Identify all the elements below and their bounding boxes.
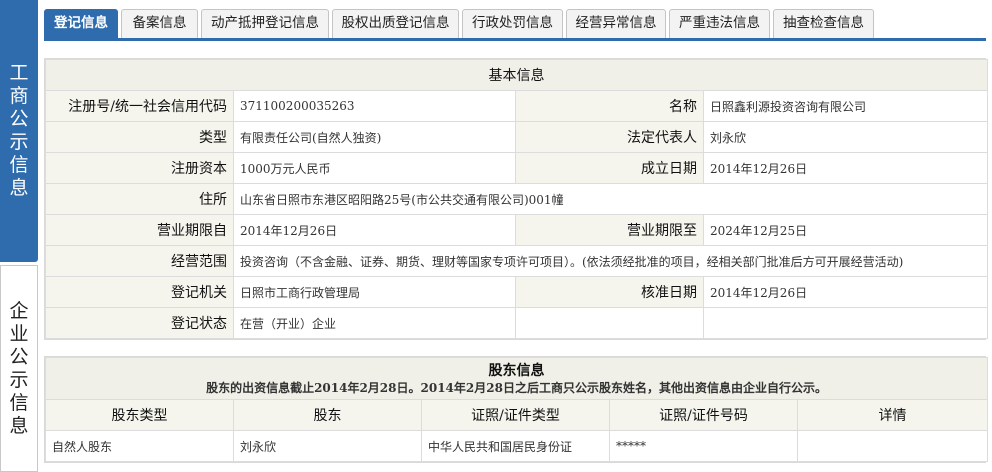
col-shareholder-type: 股东类型 <box>45 399 234 431</box>
tab-qiye-gongshi[interactable]: 企业公示信息 <box>0 265 38 472</box>
vtab-active-char: 公 <box>9 108 29 130</box>
vtab-inactive-char: 示 <box>9 368 29 391</box>
tab-admin-penalty[interactable]: 行政处罚信息 <box>462 9 563 38</box>
col-id-number: 证照/证件号码 <box>609 399 798 431</box>
shareholder-type-cell: 自然人股东 <box>45 430 234 462</box>
top-tab-bar: 登记信息 备案信息 动产抵押登记信息 股权出质登记信息 行政处罚信息 经营异常信… <box>44 9 986 38</box>
scope-label: 经营范围 <box>45 245 234 277</box>
vtab-active-char: 商 <box>9 85 29 107</box>
shareholder-name-cell: 刘永欣 <box>233 430 422 462</box>
tab-chattel-mortgage[interactable]: 动产抵押登记信息 <box>201 9 329 38</box>
vtab-inactive-char: 企 <box>9 299 29 322</box>
est-date-value: 2014年12月26日 <box>703 152 988 184</box>
basic-info-table: 基本信息 注册号/统一社会信用代码 371100200035263 名称 日照鑫… <box>45 59 988 339</box>
name-label: 名称 <box>515 90 704 122</box>
tab-serious-violation[interactable]: 严重违法信息 <box>669 9 770 38</box>
name-value: 日照鑫利源投资咨询有限公司 <box>703 90 988 122</box>
vtab-active-char: 工 <box>9 62 29 84</box>
period-to-label: 营业期限至 <box>515 214 704 246</box>
address-label: 住所 <box>45 183 234 215</box>
reg-no-value: 371100200035263 <box>233 90 516 122</box>
id-number-cell: ***** <box>609 430 798 462</box>
address-value: 山东省日照市东港区昭阳路25号(市公共交通有限公司)001幢 <box>233 183 988 215</box>
col-id-type: 证照/证件类型 <box>421 399 610 431</box>
status-value: 在营（开业）企业 <box>233 307 516 339</box>
col-shareholder: 股东 <box>233 399 422 431</box>
capital-value: 1000万元人民币 <box>233 152 516 184</box>
vtab-inactive-char: 业 <box>9 322 29 345</box>
period-from-label: 营业期限自 <box>45 214 234 246</box>
tab-filing-info[interactable]: 备案信息 <box>121 9 198 38</box>
legal-rep-value: 刘永欣 <box>703 121 988 153</box>
legal-rep-label: 法定代表人 <box>515 121 704 153</box>
period-to-value: 2024年12月25日 <box>703 214 988 246</box>
basic-info-panel: 基本信息 注册号/统一社会信用代码 371100200035263 名称 日照鑫… <box>44 58 988 340</box>
type-label: 类型 <box>45 121 234 153</box>
shareholder-table: 股东信息 股东的出资信息截止2014年2月28日。2014年2月28日之后工商只… <box>44 357 989 462</box>
approve-date-label: 核准日期 <box>515 276 704 308</box>
shareholder-note: 股东的出资信息截止2014年2月28日。2014年2月28日之后工商只公示股东姓… <box>206 381 827 395</box>
vtab-inactive-char: 公 <box>9 345 29 368</box>
authority-label: 登记机关 <box>45 276 234 308</box>
shareholder-title: 股东信息 <box>488 363 545 379</box>
table-row: 自然人股东 刘永欣 中华人民共和国居民身份证 ***** <box>45 430 989 462</box>
col-details: 详情 <box>796 399 989 431</box>
vtab-active-char: 息 <box>9 177 29 199</box>
empty-cell <box>703 307 988 339</box>
approve-date-value: 2014年12月26日 <box>703 276 988 308</box>
shareholder-panel: 股东信息 股东的出资信息截止2014年2月28日。2014年2月28日之后工商只… <box>44 356 989 463</box>
est-date-label: 成立日期 <box>515 152 704 184</box>
tab-underline <box>44 38 986 41</box>
type-value: 有限责任公司(自然人独资) <box>233 121 516 153</box>
authority-value: 日照市工商行政管理局 <box>233 276 516 308</box>
tab-registration-info[interactable]: 登记信息 <box>44 9 118 38</box>
shareholder-header: 股东信息 股东的出资信息截止2014年2月28日。2014年2月28日之后工商只… <box>44 357 989 400</box>
period-from-value: 2014年12月26日 <box>233 214 516 246</box>
scope-value: 投资咨询（不含金融、证券、期货、理财等国家专项许可项目）。(依法须经批准的项目，… <box>233 245 988 277</box>
vtab-active-char: 信 <box>9 154 29 176</box>
tab-equity-pledge[interactable]: 股权出质登记信息 <box>332 9 459 38</box>
details-cell[interactable] <box>796 430 989 462</box>
basic-info-title: 基本信息 <box>45 59 988 91</box>
tab-gongshang-gongshi[interactable]: 工商公示信息 <box>0 0 38 262</box>
reg-no-label: 注册号/统一社会信用代码 <box>45 90 234 122</box>
capital-label: 注册资本 <box>45 152 234 184</box>
vtab-inactive-char: 信 <box>9 391 29 414</box>
vtab-inactive-char: 息 <box>9 414 29 437</box>
id-type-cell: 中华人民共和国居民身份证 <box>421 430 610 462</box>
empty-cell <box>515 307 704 339</box>
status-label: 登记状态 <box>45 307 234 339</box>
vtab-active-char: 示 <box>9 131 29 153</box>
tab-spot-check[interactable]: 抽查检查信息 <box>773 9 874 38</box>
tab-abnormal-operation[interactable]: 经营异常信息 <box>566 9 666 38</box>
